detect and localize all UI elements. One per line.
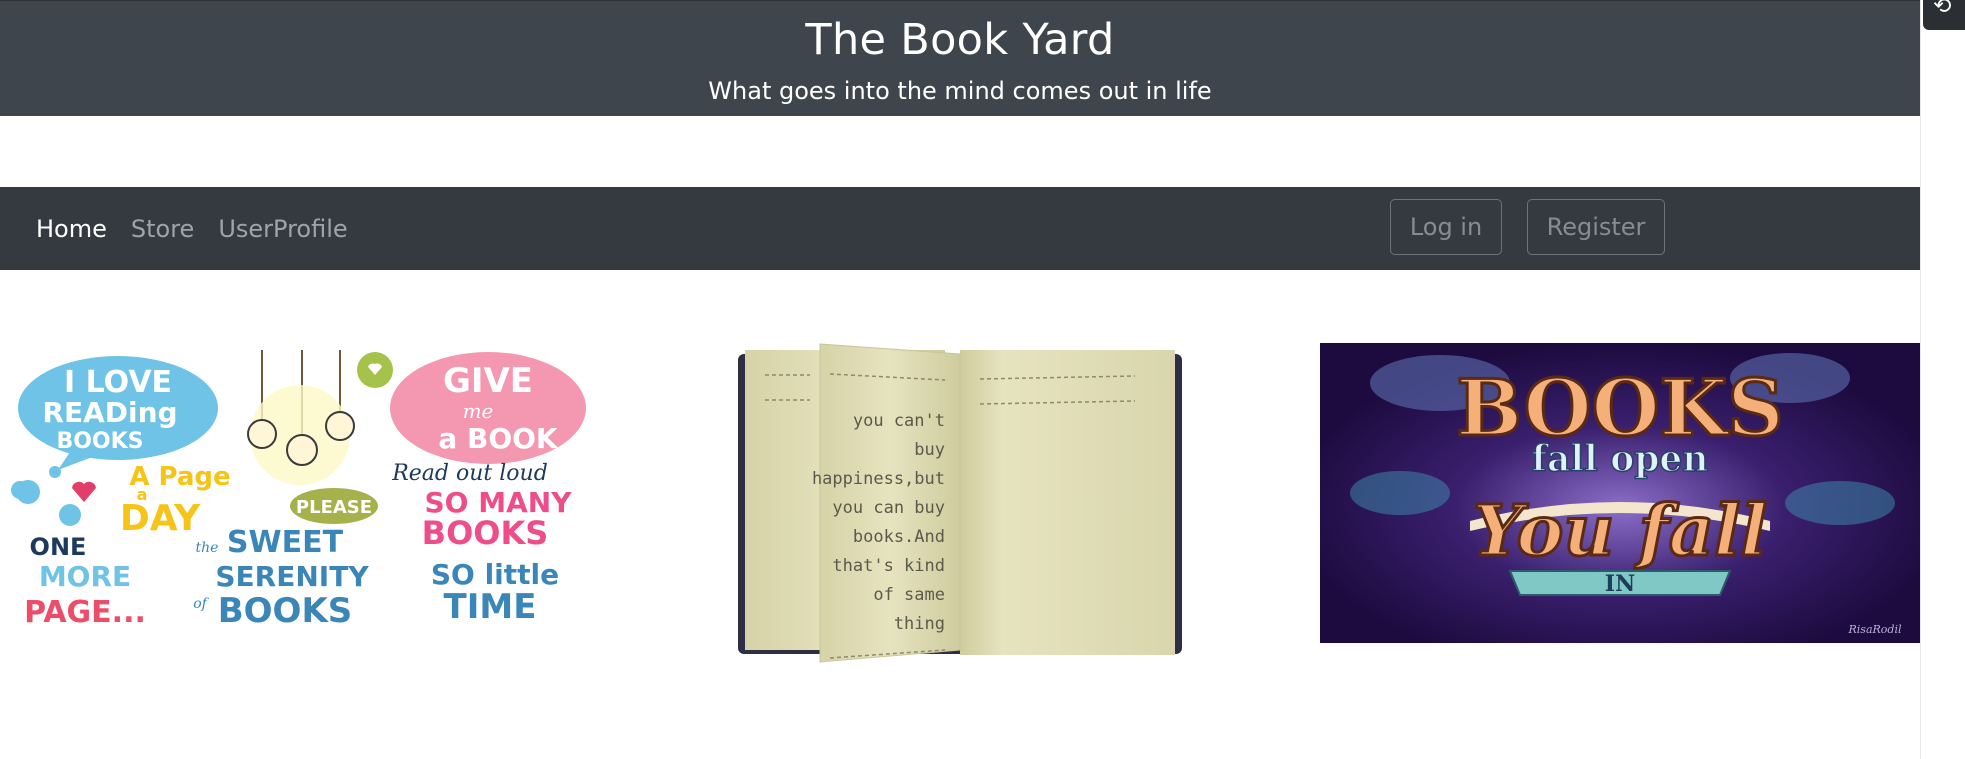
poster-text-fall-open: fall open bbox=[1532, 438, 1709, 480]
open-book-art: you can't buy happiness,but you can buy … bbox=[738, 343, 1182, 663]
poster-text-you-fall: You fall bbox=[1473, 489, 1768, 572]
heart-icon bbox=[72, 481, 96, 502]
books-fall-open-image: BOOKS fall open You fall IN RisaRodil bbox=[1320, 343, 1920, 643]
feedback-icon: ⟲ bbox=[1933, 0, 1952, 19]
collage-text-serenity: SERENITY bbox=[215, 560, 369, 593]
collage-text-please: PLEASE bbox=[296, 497, 372, 518]
collage-text-i-love: I LOVE bbox=[64, 365, 172, 400]
collage-text-me: me bbox=[463, 399, 494, 423]
collage-text-page: PAGE... bbox=[24, 595, 146, 630]
light-bulbs-icon bbox=[247, 350, 393, 485]
collage-text-reading: READing bbox=[42, 396, 177, 429]
collage-text-books: BOOKS bbox=[56, 429, 143, 454]
quote-line: of same bbox=[873, 585, 945, 605]
collage-text-a-book: a BOOK bbox=[438, 422, 559, 455]
quote-line: thing bbox=[894, 614, 945, 634]
nav-link-home[interactable]: Home bbox=[36, 215, 107, 243]
collage-text-so-many-books: BOOKS bbox=[422, 514, 549, 552]
page: The Book Yard What goes into the mind co… bbox=[0, 0, 1920, 759]
site-title: The Book Yard bbox=[805, 15, 1115, 65]
quote-line: happiness,but bbox=[812, 469, 945, 489]
reading-collage-image: I LOVE READing BOOKS GIVE me a BOOK Read… bbox=[0, 340, 590, 640]
poster-text-in: IN bbox=[1605, 571, 1635, 597]
login-button[interactable]: Log in bbox=[1390, 199, 1502, 255]
books-fall-open-art: BOOKS fall open You fall IN RisaRodil bbox=[1320, 343, 1920, 643]
main-navbar: Home Store UserProfile Log in Register bbox=[0, 187, 1920, 270]
nav-link-store[interactable]: Store bbox=[131, 215, 194, 243]
side-panel bbox=[1920, 0, 1965, 759]
quote-line: buy bbox=[914, 440, 945, 460]
collage-text-sweet: SWEET bbox=[227, 525, 344, 560]
reading-collage-art: I LOVE READing BOOKS GIVE me a BOOK Read… bbox=[11, 350, 586, 631]
book-right-page bbox=[960, 350, 1175, 655]
collage-text-one: ONE bbox=[30, 533, 87, 561]
collage-text-give: GIVE bbox=[443, 361, 533, 401]
poster-credit: RisaRodil bbox=[1848, 623, 1902, 636]
collage-text-more: MORE bbox=[39, 560, 131, 593]
site-tagline: What goes into the mind comes out in lif… bbox=[708, 77, 1212, 105]
quote-line: you can buy bbox=[832, 498, 945, 518]
collage-text-of: of bbox=[193, 596, 209, 612]
nav-link-userprofile[interactable]: UserProfile bbox=[218, 215, 347, 243]
site-header: The Book Yard What goes into the mind co… bbox=[0, 0, 1920, 116]
register-button[interactable]: Register bbox=[1527, 199, 1665, 255]
nav-links: Home Store UserProfile bbox=[36, 187, 348, 270]
quote-line: you can't bbox=[853, 411, 945, 431]
collage-text-time: TIME bbox=[444, 587, 537, 627]
quote-line: that's kind bbox=[832, 556, 945, 576]
quote-line: books.And bbox=[853, 527, 945, 547]
collage-text-of-books: BOOKS bbox=[218, 591, 353, 631]
open-book-quote-image: you can't buy happiness,but you can buy … bbox=[735, 340, 1185, 670]
collage-text-day: DAY bbox=[120, 498, 201, 539]
collage-text-the: the bbox=[196, 540, 219, 556]
side-panel-tab[interactable]: ⟲ bbox=[1923, 0, 1965, 30]
collage-text-read-out-loud: Read out loud bbox=[391, 461, 548, 486]
